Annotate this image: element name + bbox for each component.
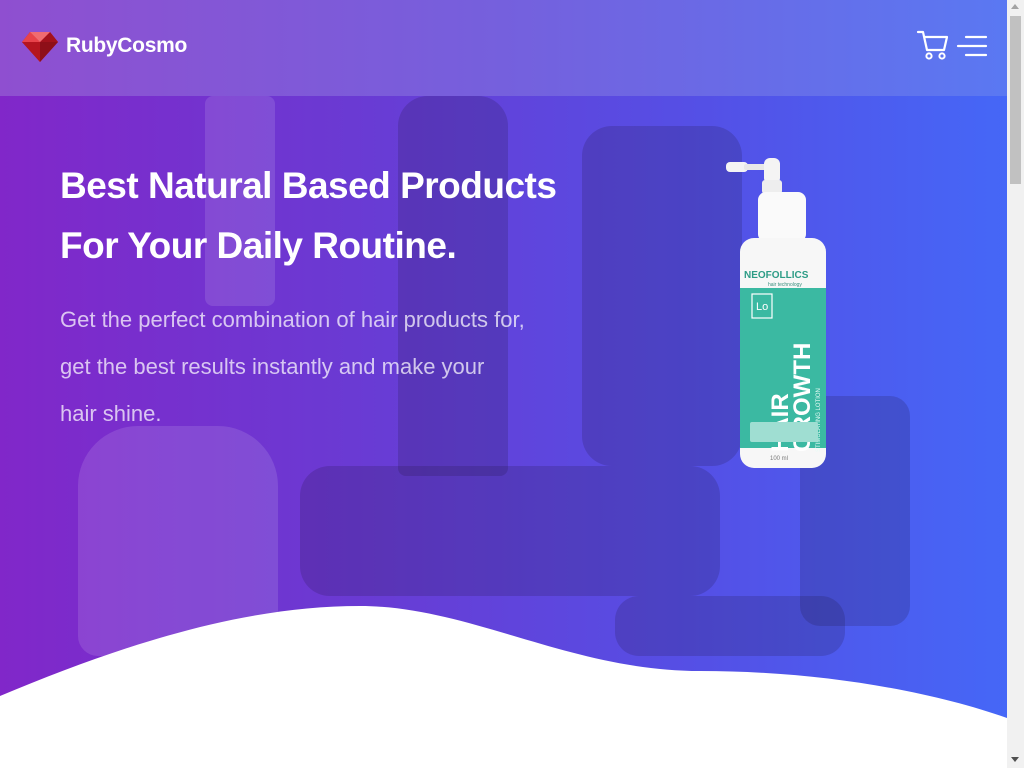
hero-description: Get the perfect combination of hair prod… <box>60 296 600 437</box>
shopping-cart-icon <box>916 30 949 60</box>
scrollbar-thumb[interactable] <box>1010 16 1021 184</box>
product-volume: 100 ml <box>770 456 788 462</box>
hero-title-line: Best Natural Based Products <box>60 165 557 206</box>
scroll-up-arrow-icon[interactable] <box>1011 4 1019 9</box>
brand-logo[interactable]: RubyCosmo <box>22 30 187 62</box>
page-scrollbar[interactable] <box>1007 0 1024 768</box>
hero-description-line: hair shine. <box>60 401 162 426</box>
hero-description-line: Get the perfect combination of hair prod… <box>60 307 525 332</box>
background-basket <box>300 466 720 596</box>
hero-title-line: For Your Daily Routine. <box>60 225 457 266</box>
scroll-down-arrow-icon[interactable] <box>1011 757 1019 762</box>
hamburger-menu-icon <box>956 35 988 57</box>
menu-button[interactable] <box>956 33 988 59</box>
site-header: RubyCosmo <box>0 0 1007 96</box>
brand-name: RubyCosmo <box>66 34 187 57</box>
cart-button[interactable] <box>916 28 950 62</box>
product-badge: Lo <box>756 301 768 313</box>
product-brand-sub: hair technology <box>768 282 802 288</box>
hero-title: Best Natural Based Products For Your Dai… <box>60 156 620 276</box>
product-subtitle: STIMULATING LOTION <box>816 388 822 452</box>
product-brand: NEOFOLLICS <box>744 270 809 281</box>
hero-wave-divider <box>0 606 1007 768</box>
product-bottle-image: NEOFOLLICS hair technology Lo HAIR GROWT… <box>726 158 826 468</box>
hero-description-line: get the best results instantly and make … <box>60 354 485 379</box>
hero-section: Best Natural Based Products For Your Dai… <box>0 96 1007 768</box>
ruby-gem-icon <box>22 32 58 62</box>
landing-page: RubyCosmo Best Natural Based Products Fo… <box>0 0 1007 768</box>
